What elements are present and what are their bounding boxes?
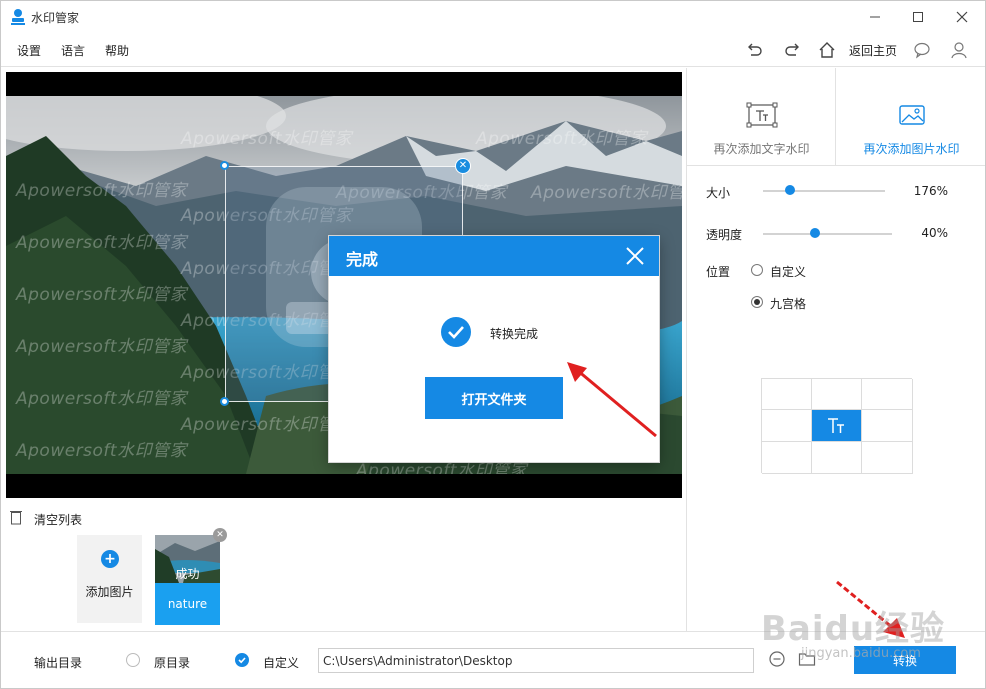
- position-grid-label[interactable]: 九宫格: [770, 295, 806, 312]
- dialog-close-icon[interactable]: [625, 246, 645, 266]
- maximize-icon: [913, 12, 923, 22]
- clear-list-button[interactable]: 清空列表: [34, 511, 82, 528]
- remove-file-button[interactable]: ✕: [213, 528, 227, 542]
- resize-handle-bottom-left[interactable]: [220, 397, 229, 406]
- image-watermark-icon: [899, 105, 925, 125]
- trash-icon[interactable]: [10, 509, 22, 525]
- tab-label: 再次添加图片水印: [863, 142, 960, 156]
- watermark-overlay-text: Apowersoft水印管家: [181, 129, 353, 149]
- watermark-overlay-text: Apowersoft水印管家: [16, 337, 188, 357]
- feedback-button[interactable]: [912, 40, 932, 60]
- position-label: 位置: [706, 265, 731, 279]
- grid-cell[interactable]: [812, 410, 862, 442]
- size-value: 176%: [913, 184, 948, 198]
- watermark-overlay-text: Apowersoft水印管家: [16, 389, 188, 409]
- home-button[interactable]: [817, 40, 837, 60]
- watermark-overlay-text: Apowersoft水印管家: [16, 181, 188, 201]
- remove-watermark-button[interactable]: ✕: [455, 158, 471, 174]
- grid-cell[interactable]: [812, 442, 862, 474]
- size-slider-handle[interactable]: [784, 185, 795, 195]
- open-folder-button[interactable]: 打开文件夹: [425, 377, 563, 419]
- output-path-input[interactable]: [318, 648, 754, 673]
- app-logo-icon: [11, 9, 25, 25]
- watermark-overlay-text: Apowersoft水印管家: [16, 285, 188, 305]
- home-icon: [819, 42, 835, 58]
- window-title: 水印管家: [31, 11, 80, 25]
- size-slider-track[interactable]: [763, 190, 885, 192]
- menu-help[interactable]: 帮助: [105, 42, 129, 59]
- text-watermark-icon: [746, 102, 778, 128]
- text-watermark-icon: [828, 418, 844, 433]
- grid-cell[interactable]: [762, 379, 812, 410]
- file-list: 清空列表 + 添加图片 成功 nature: [1, 501, 686, 631]
- app-window: 水印管家 设置 语言 帮助 返回主页 Apowersoft水印管家 Apower…: [0, 0, 986, 689]
- baidu-jingyan-watermark: Baidu经验: [761, 609, 946, 649]
- plus-icon: +: [101, 550, 119, 568]
- close-icon: ✕: [216, 530, 224, 540]
- minimize-icon: [870, 16, 880, 18]
- custom-directory-label[interactable]: 自定义: [263, 654, 299, 671]
- grid-cell[interactable]: [862, 379, 913, 410]
- grid-cell[interactable]: [762, 442, 812, 474]
- more-options-icon[interactable]: [768, 650, 786, 668]
- grid-cell[interactable]: [862, 410, 913, 442]
- redo-button[interactable]: [783, 40, 803, 60]
- position-custom-label[interactable]: 自定义: [770, 263, 806, 280]
- close-icon: [956, 11, 968, 23]
- watermark-type-tabs: 再次添加文字水印 再次添加图片水印: [687, 68, 985, 166]
- opacity-slider-track[interactable]: [763, 233, 892, 235]
- dialog-header: 完成: [329, 236, 659, 276]
- tab-add-image-watermark[interactable]: 再次添加图片水印: [837, 68, 985, 166]
- position-grid-radio[interactable]: [751, 296, 763, 308]
- tab-add-text-watermark[interactable]: 再次添加文字水印: [687, 68, 836, 166]
- watermark-overlay-text: Apowersoft水印管家: [531, 183, 682, 203]
- close-icon: ✕: [458, 160, 468, 171]
- custom-directory-radio[interactable]: [235, 653, 249, 667]
- dialog-title: 完成: [346, 250, 379, 269]
- user-account-button[interactable]: [949, 40, 969, 60]
- opacity-label: 透明度: [706, 228, 743, 242]
- completion-dialog: 完成 转换完成 打开文件夹: [329, 236, 659, 462]
- file-status: 成功: [175, 567, 200, 581]
- grid-cell[interactable]: [862, 442, 913, 474]
- close-window-button[interactable]: [947, 5, 977, 29]
- watermark-overlay-text: Apowersoft水印管家: [16, 441, 188, 461]
- undo-button[interactable]: [744, 40, 764, 60]
- redo-icon: [785, 43, 799, 56]
- menu-language[interactable]: 语言: [61, 42, 85, 59]
- original-directory-radio[interactable]: [126, 653, 140, 667]
- chat-bubble-icon: [914, 42, 930, 59]
- minimize-button[interactable]: [860, 5, 890, 29]
- nine-grid-position-picker: [761, 378, 913, 474]
- watermark-overlay-text: Apowersoft水印管家: [476, 129, 648, 149]
- opacity-value: 40%: [921, 226, 948, 240]
- add-image-button[interactable]: + 添加图片: [77, 535, 142, 623]
- watermark-overlay-text: Apowersoft水印管家: [181, 415, 353, 435]
- output-directory-label: 输出目录: [34, 656, 83, 670]
- menu-bar: 设置 语言 帮助 返回主页: [1, 33, 985, 67]
- file-thumbnail[interactable]: 成功 nature: [155, 535, 220, 625]
- check-icon: [238, 657, 246, 664]
- title-bar: 水印管家: [1, 1, 985, 33]
- grid-cell[interactable]: [762, 410, 812, 442]
- position-custom-radio[interactable]: [751, 264, 763, 276]
- baidu-jingyan-url: jingyan.baidu.com: [801, 646, 921, 661]
- conversion-complete-message: 转换完成: [490, 327, 539, 341]
- resize-handle-top-left[interactable]: [220, 161, 229, 170]
- watermark-overlay-text: Apowersoft水印管家: [16, 233, 188, 253]
- size-label: 大小: [706, 186, 731, 200]
- grid-cell[interactable]: [812, 379, 862, 410]
- menu-settings[interactable]: 设置: [17, 42, 41, 59]
- settings-panel: 再次添加文字水印 再次添加图片水印 大小 176% 透明度 40% 位置 自定义: [686, 68, 985, 631]
- home-label[interactable]: 返回主页: [849, 42, 897, 59]
- file-name: nature: [155, 583, 220, 625]
- opacity-slider-handle[interactable]: [809, 228, 820, 238]
- success-check-icon: [441, 317, 471, 347]
- user-icon: [951, 42, 967, 59]
- original-directory-label[interactable]: 原目录: [154, 654, 190, 671]
- tab-label: 再次添加文字水印: [713, 142, 810, 156]
- maximize-button[interactable]: [903, 5, 933, 29]
- add-image-label: 添加图片: [85, 585, 134, 599]
- undo-icon: [748, 43, 762, 56]
